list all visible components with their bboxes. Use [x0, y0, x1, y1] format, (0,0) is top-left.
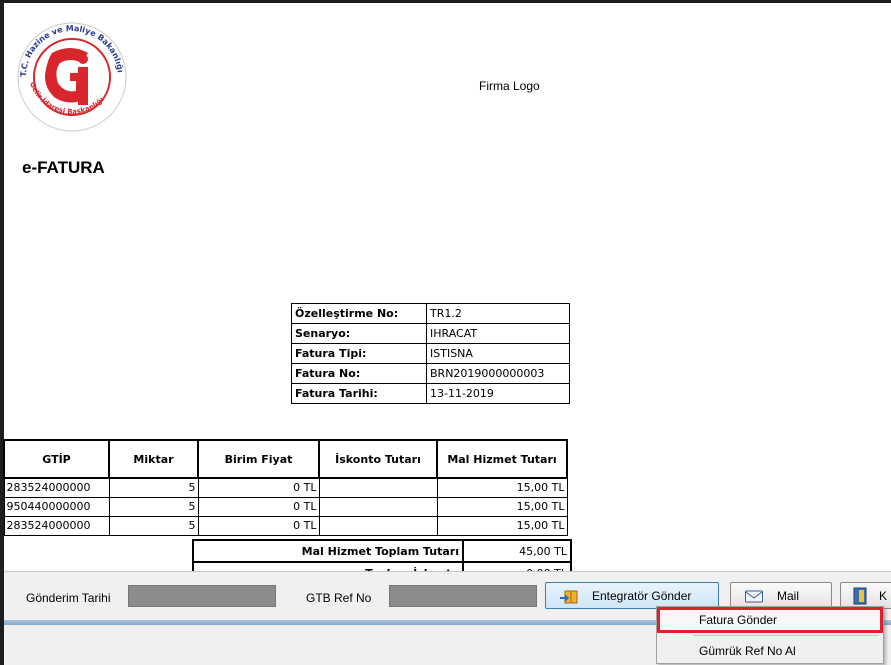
info-key: Özelleştirme No: — [291, 303, 427, 324]
info-row: Özelleştirme No: TR1.2 — [291, 303, 570, 324]
totals-row: Mal Hizmet Toplam Tutarı 45,00 TL — [192, 539, 572, 563]
cell-birim-fiyat: 0 TL — [197, 515, 320, 536]
gib-logo: T.C. Hazine ve Maliye Bakanlığı Gelir İd… — [12, 17, 132, 137]
info-key: Fatura Tarihi: — [291, 383, 427, 404]
firma-logo-placeholder: Firma Logo — [479, 79, 540, 93]
total-value: 45,00 TL — [462, 539, 572, 563]
entegrator-gonder-label: Entegratör Gönder — [592, 588, 692, 603]
menu-item-gumruk-ref-no-al[interactable]: Gümrük Ref No Al — [657, 638, 883, 664]
cell-gtip: 283524000000 — [3, 515, 110, 536]
mail-icon — [743, 587, 765, 605]
invoice-window: T.C. Hazine ve Maliye Bakanlığı Gelir İd… — [3, 3, 891, 665]
info-row: Senaryo: IHRACAT — [291, 323, 570, 344]
mail-button[interactable]: Mail — [730, 582, 832, 609]
total-label: Mal Hizmet Toplam Tutarı — [192, 539, 464, 563]
menu-item-fatura-gonder[interactable]: Fatura Gönder — [657, 607, 883, 633]
col-header-miktar: Miktar — [108, 439, 199, 479]
col-header-iskonto: İskonto Tutarı — [318, 439, 438, 479]
door-icon — [849, 587, 871, 605]
invoice-info-table: Özelleştirme No: TR1.2 Senaryo: IHRACAT … — [291, 303, 570, 404]
menu-separator — [693, 635, 879, 636]
info-value: 13-11-2019 — [426, 383, 570, 404]
col-header-birim-fiyat: Birim Fiyat — [197, 439, 320, 479]
col-header-mal-hizmet: Mal Hizmet Tutarı — [436, 439, 568, 479]
entegrator-dropdown-menu: Fatura Gönder Gümrük Ref No Al — [656, 606, 884, 664]
info-row: Fatura Tipi: ISTISNA — [291, 343, 570, 364]
table-row: 950440000000 5 0 TL 15,00 TL — [3, 496, 568, 517]
gtb-ref-label: GTB Ref No — [306, 591, 372, 605]
info-row: Fatura No: BRN2019000000003 — [291, 363, 570, 384]
gtb-ref-field[interactable] — [389, 585, 537, 607]
info-key: Senaryo: — [291, 323, 427, 344]
cell-mal-hizmet: 15,00 TL — [436, 496, 568, 517]
info-value: TR1.2 — [426, 303, 570, 324]
cell-mal-hizmet: 15,00 TL — [436, 477, 568, 498]
info-key: Fatura No: — [291, 363, 427, 384]
mail-label: Mail — [777, 588, 800, 603]
info-value: IHRACAT — [426, 323, 570, 344]
cell-gtip: 283524000000 — [3, 477, 110, 498]
info-value: BRN2019000000003 — [426, 363, 570, 384]
k-label: K — [879, 588, 888, 603]
entegrator-gonder-button[interactable]: Entegratör Gönder — [545, 582, 719, 609]
cell-miktar: 5 — [108, 515, 199, 536]
k-button[interactable]: K — [840, 582, 891, 609]
cell-gtip: 950440000000 — [3, 496, 110, 517]
cell-iskonto — [318, 515, 438, 536]
cell-miktar: 5 — [108, 496, 199, 517]
document-title: e-FATURA — [22, 158, 105, 177]
info-value: ISTISNA — [426, 343, 570, 364]
cell-miktar: 5 — [108, 477, 199, 498]
cell-birim-fiyat: 0 TL — [197, 496, 320, 517]
package-send-icon — [558, 587, 580, 605]
cell-birim-fiyat: 0 TL — [197, 477, 320, 498]
gonderim-tarihi-field[interactable] — [128, 585, 276, 607]
cell-iskonto — [318, 477, 438, 498]
items-header-row: GTİP Miktar Birim Fiyat İskonto Tutarı M… — [3, 439, 568, 479]
table-row: 283524000000 5 0 TL 15,00 TL — [3, 477, 568, 498]
cell-mal-hizmet: 15,00 TL — [436, 515, 568, 536]
gonderim-tarihi-label: Gönderim Tarihi — [26, 591, 111, 605]
cell-iskonto — [318, 496, 438, 517]
table-row: 283524000000 5 0 TL 15,00 TL — [3, 515, 568, 536]
info-row: Fatura Tarihi: 13-11-2019 — [291, 383, 570, 404]
col-header-gtip: GTİP — [3, 439, 110, 479]
invoice-items-table: GTİP Miktar Birim Fiyat İskonto Tutarı M… — [3, 439, 568, 536]
info-key: Fatura Tipi: — [291, 343, 427, 364]
